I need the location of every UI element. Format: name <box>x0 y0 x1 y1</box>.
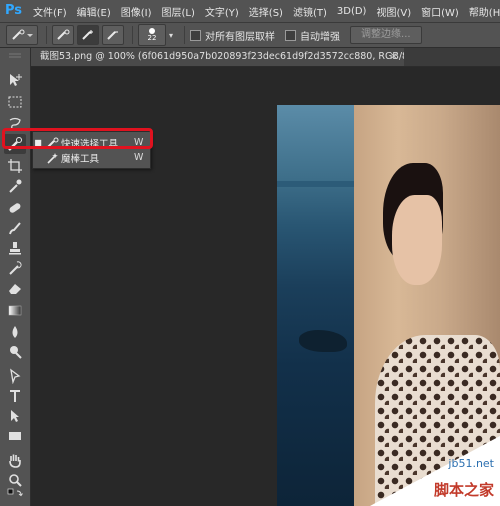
highlight-annotation <box>2 128 153 149</box>
document-tab-bar: 截图53.png @ 100% (6f061d950a7b020893f23de… <box>30 48 500 67</box>
refine-edge-button[interactable]: 调整边缘... <box>350 26 422 44</box>
sea-image-layer <box>277 105 354 506</box>
clone-stamp-tool[interactable] <box>4 238 26 258</box>
brush-size-picker[interactable]: 22 <box>138 24 166 46</box>
move-tool[interactable] <box>4 70 26 90</box>
separator <box>46 26 47 44</box>
type-tool[interactable] <box>4 386 26 406</box>
default-colors-swap[interactable] <box>4 488 26 504</box>
eraser-tool[interactable] <box>4 278 26 298</box>
dodge-icon <box>10 346 22 359</box>
stamp-icon <box>9 242 21 255</box>
type-icon <box>10 390 20 402</box>
watermark-domain: jb51.net <box>448 457 494 470</box>
zoom-icon <box>9 474 22 487</box>
quick-selection-icon <box>12 29 33 40</box>
horizon <box>277 181 354 187</box>
subtract-from-selection-button[interactable] <box>102 25 124 45</box>
shortcut-key: W <box>134 152 144 163</box>
flyout-item-label: 魔棒工具 <box>61 153 100 165</box>
document-image: jb51.net 脚本之家 <box>277 105 500 506</box>
menu-layer[interactable]: 图层(L) <box>157 4 200 19</box>
options-bar: 22 ▾ 对所有图层取样 自动增强 调整边缘... <box>0 23 500 48</box>
water-drop-icon <box>12 326 18 338</box>
grip-icon <box>9 53 21 58</box>
chevron-down-icon[interactable]: ▾ <box>169 31 173 40</box>
pen-tool[interactable] <box>4 366 26 386</box>
brush-size-value: 22 <box>147 34 157 42</box>
menu-help[interactable]: 帮助(H) <box>464 4 500 19</box>
brush-icon <box>9 222 21 235</box>
auto-enhance-checkbox[interactable] <box>285 29 297 41</box>
rectangle-tool[interactable] <box>4 426 26 446</box>
brush-tool[interactable] <box>4 218 26 238</box>
crop-icon <box>8 159 22 173</box>
face <box>392 195 442 285</box>
zoom-tool[interactable] <box>4 470 26 490</box>
magic-wand-icon <box>43 152 61 164</box>
hand-tool[interactable] <box>4 450 26 470</box>
marquee-tool[interactable] <box>4 92 26 112</box>
rectangle-icon <box>9 432 21 440</box>
auto-enhance-label: 自动增强 <box>300 31 341 43</box>
document-tab[interactable]: 截图53.png @ 100% (6f061d950a7b020893f23de… <box>30 48 404 66</box>
brush-new-icon <box>57 29 70 40</box>
menu-file[interactable]: 文件(F) <box>28 4 72 19</box>
tools-panel <box>0 48 31 506</box>
path-selection-tool[interactable] <box>4 406 26 426</box>
menu-window[interactable]: 窗口(W) <box>416 4 464 19</box>
healing-brush-tool[interactable] <box>4 198 26 218</box>
sample-all-layers-checkbox[interactable] <box>190 29 202 41</box>
menu-image[interactable]: 图像(I) <box>116 4 157 19</box>
menu-view[interactable]: 视图(V) <box>371 4 416 19</box>
separator <box>184 26 186 44</box>
move-icon <box>10 74 22 86</box>
history-brush-icon <box>9 261 22 275</box>
eyedropper-icon <box>9 179 22 193</box>
menu-select[interactable]: 选择(S) <box>244 4 288 19</box>
blur-tool[interactable] <box>4 322 26 342</box>
swap-colors-icon <box>7 488 23 497</box>
history-brush-tool[interactable] <box>4 258 26 278</box>
menu-bar: Ps 文件(F) 编辑(E) 图像(I) 图层(L) 文字(Y) 选择(S) 滤… <box>0 0 500 23</box>
brush-subtract-icon <box>107 31 118 40</box>
new-selection-button[interactable] <box>52 25 74 45</box>
separator <box>132 26 133 44</box>
eyedropper-tool[interactable] <box>4 176 26 196</box>
menu-3d[interactable]: 3D(D) <box>332 6 372 17</box>
bandage-icon <box>9 203 21 213</box>
add-to-selection-button[interactable] <box>77 25 99 45</box>
flyout-item-magic-wand[interactable]: 魔棒工具 W <box>33 150 150 165</box>
photoshop-logo: Ps <box>5 3 23 18</box>
tool-preset-picker[interactable] <box>6 25 38 45</box>
marquee-icon <box>8 96 22 108</box>
eraser-icon <box>9 284 21 294</box>
hand-icon <box>9 454 21 468</box>
panel-collapse-handle[interactable] <box>4 52 26 60</box>
document-tab-title: 截图53.png @ 100% (6f061d950a7b020893f23de… <box>40 51 404 62</box>
dodge-tool[interactable] <box>4 342 26 362</box>
watermark-site-name: 脚本之家 <box>433 481 494 499</box>
gradient-icon <box>8 305 22 316</box>
crop-tool[interactable] <box>4 156 26 176</box>
brush-add-icon <box>82 30 93 40</box>
close-icon[interactable]: × <box>390 48 398 66</box>
pen-icon <box>10 368 21 384</box>
gradient-tool[interactable] <box>4 300 26 320</box>
menu-type[interactable]: 文字(Y) <box>200 4 244 19</box>
arrow-pointer-icon <box>11 410 19 422</box>
menu-filter[interactable]: 滤镜(T) <box>288 4 332 19</box>
menu-edit[interactable]: 编辑(E) <box>72 4 116 19</box>
sample-all-layers-label: 对所有图层取样 <box>205 31 276 43</box>
